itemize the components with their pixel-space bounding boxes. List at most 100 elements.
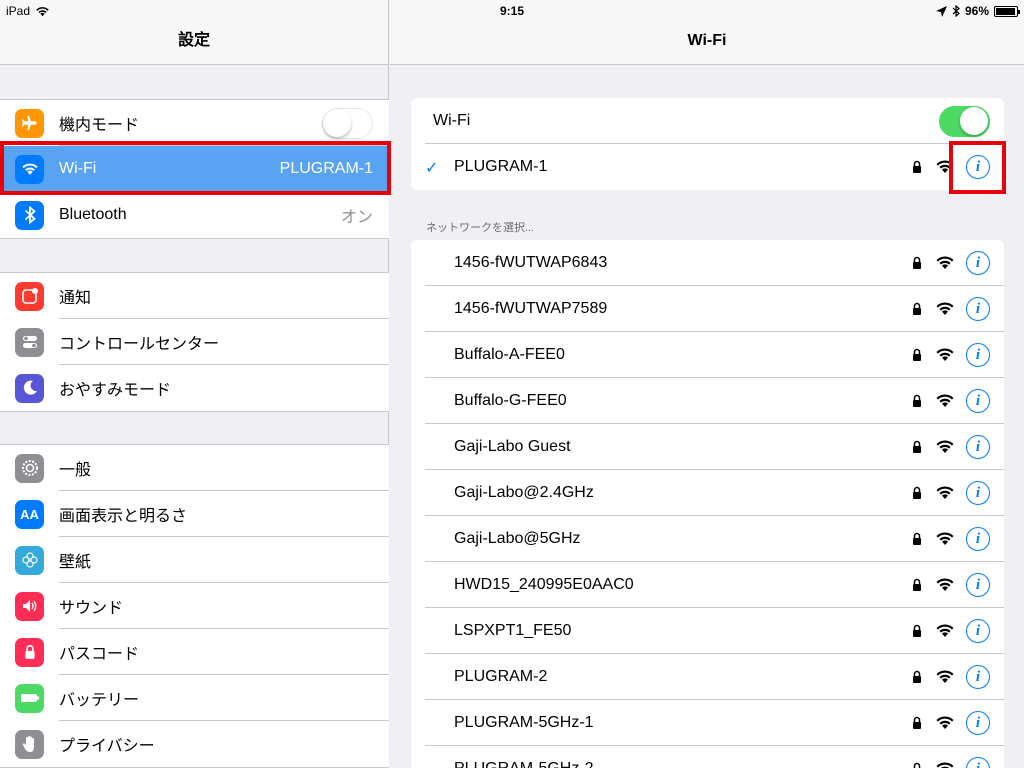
settings-item[interactable]: Bluetooth オン [0, 192, 389, 238]
info-icon[interactable]: i [966, 343, 990, 367]
info-icon[interactable]: i [966, 481, 990, 505]
info-icon[interactable]: i [966, 619, 990, 643]
info-icon[interactable]: i [966, 435, 990, 459]
network-name: 1456-fWUTWAP6843 [454, 254, 608, 271]
bluetooth-status-icon [952, 5, 960, 17]
info-icon[interactable]: i [966, 757, 990, 768]
wifi-strength-icon [935, 485, 955, 501]
settings-item-label: バッテリー [59, 692, 140, 709]
location-arrow-icon [935, 5, 947, 17]
settings-item[interactable]: 機内モード [0, 100, 389, 146]
network-row[interactable]: PLUGRAM-5GHz-2 i [411, 746, 1004, 768]
wifi-signal-icon [36, 6, 49, 16]
settings-item-label: パスコード [59, 646, 140, 663]
wifi-icon [15, 154, 44, 184]
settings-item-label: コントロールセンター [59, 336, 220, 353]
settings-item-label: 壁紙 [59, 554, 92, 571]
settings-item-label: 通知 [59, 290, 92, 307]
connected-network-name: PLUGRAM-1 [454, 158, 548, 175]
lock-icon [911, 486, 923, 500]
info-icon[interactable]: i [966, 297, 990, 321]
network-name: 1456-fWUTWAP7589 [454, 300, 608, 317]
settings-item[interactable]: Wi-Fi PLUGRAM-1 [0, 146, 389, 192]
wallpaper-icon [15, 545, 44, 575]
settings-item[interactable]: 通知 [0, 273, 389, 319]
status-bar: iPad 9:15 96% [0, 0, 1024, 22]
passcode-icon [15, 637, 44, 667]
settings-item[interactable]: パスコード [0, 629, 389, 675]
wifi-strength-icon [935, 255, 955, 271]
wifi-strength-icon [935, 439, 955, 455]
settings-item[interactable]: プライバシー [0, 721, 389, 767]
lock-icon [911, 394, 923, 408]
sound-icon [15, 591, 44, 621]
settings-item[interactable]: AA 画面表示と明るさ [0, 491, 389, 537]
wifi-toggle-card: Wi-Fi ✓ PLUGRAM-1 i [411, 98, 1004, 190]
info-icon[interactable]: i [966, 665, 990, 689]
settings-sidebar: 設定 機内モード Wi-Fi PLUGRAM-1 Bluetooth オン通知コントロー… [0, 0, 389, 768]
lock-icon [911, 348, 923, 362]
network-section-label: ネットワークを選択... [426, 222, 535, 234]
settings-group: 一般 AA 画面表示と明るさ壁紙サウンドパスコードバッテリープライバシー [0, 444, 389, 768]
network-name: LSPXPT1_FE50 [454, 622, 572, 639]
info-icon[interactable]: i [966, 251, 990, 275]
lock-icon [911, 716, 923, 730]
wifi-strength-icon [935, 577, 955, 593]
wifi-strength-icon [935, 301, 955, 317]
network-row[interactable]: PLUGRAM-5GHz-1 i [411, 700, 1004, 746]
display-icon: AA [15, 499, 44, 529]
network-row[interactable]: Gaji-Labo Guest i [411, 424, 1004, 470]
settings-item-label: Wi-Fi [59, 160, 97, 177]
network-row[interactable]: PLUGRAM-2 i [411, 654, 1004, 700]
network-name: PLUGRAM-5GHz-1 [454, 714, 594, 731]
wifi-strength-icon [935, 347, 955, 363]
gear-icon [15, 453, 44, 483]
battery-icon [15, 683, 44, 713]
battery-indicator-icon [994, 5, 1020, 17]
info-icon[interactable]: i [966, 389, 990, 413]
network-row[interactable]: Buffalo-G-FEE0 i [411, 378, 1004, 424]
settings-item[interactable]: おやすみモード [0, 365, 389, 411]
network-row[interactable]: LSPXPT1_FE50 i [411, 608, 1004, 654]
settings-title: 設定 [177, 32, 210, 49]
settings-group: 機内モード Wi-Fi PLUGRAM-1 Bluetooth オン [0, 99, 389, 239]
network-name: Gaji-Labo@5GHz [454, 530, 581, 547]
settings-item[interactable]: サウンド [0, 583, 389, 629]
network-row[interactable]: Gaji-Labo@5GHz i [411, 516, 1004, 562]
privacy-hand-icon [15, 729, 44, 759]
lock-icon [911, 532, 923, 546]
network-list: 1456-fWUTWAP6843 i 1456-fWUTWAP7589 i Buffal… [411, 240, 1004, 768]
wifi-toggle-label: Wi-Fi [433, 112, 471, 129]
network-name: HWD15_240995E0AAC0 [454, 576, 634, 593]
settings-item[interactable]: コントロールセンター [0, 319, 389, 365]
info-icon[interactable]: i [966, 573, 990, 597]
connected-network-row[interactable]: ✓ PLUGRAM-1 i [411, 144, 1004, 190]
wifi-strength-icon [935, 393, 955, 409]
lock-icon [911, 762, 923, 768]
wifi-strength-icon [935, 159, 955, 175]
network-row[interactable]: 1456-fWUTWAP7589 i [411, 286, 1004, 332]
control-center-icon [15, 327, 44, 357]
battery-percent: 96% [964, 4, 989, 18]
wifi-strength-icon [935, 531, 955, 547]
airplane-mode-toggle[interactable] [322, 107, 373, 139]
settings-item[interactable]: 一般 [0, 445, 389, 491]
network-row[interactable]: Buffalo-A-FEE0 i [411, 332, 1004, 378]
network-name: Buffalo-A-FEE0 [454, 346, 565, 363]
settings-item-label: 機内モード [59, 117, 140, 134]
network-row[interactable]: Gaji-Labo@2.4GHz i [411, 470, 1004, 516]
settings-item[interactable]: バッテリー [0, 675, 389, 721]
settings-item[interactable]: 壁紙 [0, 537, 389, 583]
network-name: PLUGRAM-5GHz-2 [454, 760, 911, 768]
settings-item-value: PLUGRAM-1 [279, 160, 373, 177]
network-row[interactable]: 1456-fWUTWAP6843 i [411, 240, 1004, 286]
info-icon[interactable]: i [966, 527, 990, 551]
info-icon[interactable]: i [966, 711, 990, 735]
settings-item-label: Bluetooth [59, 206, 127, 223]
wifi-toggle-row: Wi-Fi [411, 98, 1004, 144]
moon-icon [15, 373, 44, 403]
network-row[interactable]: HWD15_240995E0AAC0 i [411, 562, 1004, 608]
network-name: Buffalo-G-FEE0 [454, 392, 567, 409]
info-icon[interactable]: i [966, 155, 990, 179]
wifi-toggle[interactable] [939, 105, 990, 137]
